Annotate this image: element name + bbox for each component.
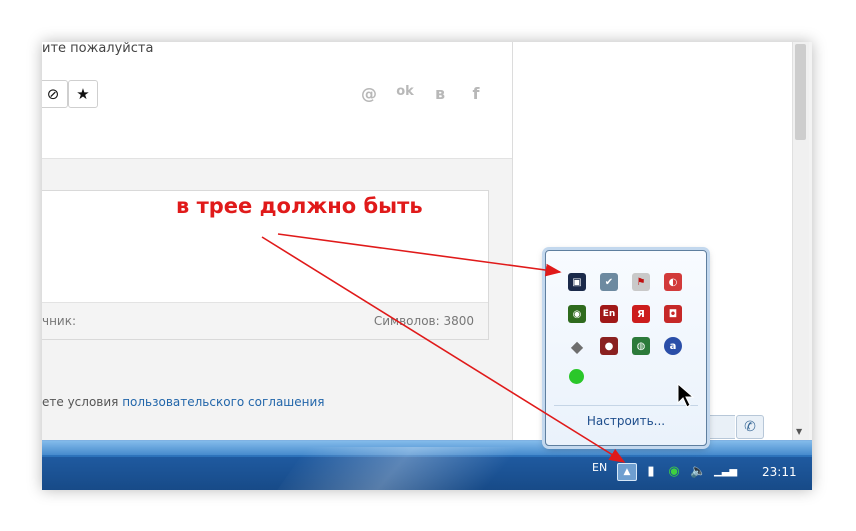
editor-toolbar-panel: ите пожалуйста ⊘ ★ @ ok в f: [42, 42, 512, 159]
taskbar-sweep: [276, 447, 538, 490]
facebook-icon: f: [472, 84, 480, 103]
user-agreement-link[interactable]: пользовательского соглашения: [122, 395, 324, 409]
vk-share-button[interactable]: в: [429, 84, 451, 103]
lingvo-en-icon[interactable]: En: [600, 305, 618, 323]
network-globe-icon[interactable]: ◍: [632, 337, 650, 355]
display-icon[interactable]: ▣: [568, 273, 586, 291]
tray-overflow-popup: ▣ ✔ ⚑ ◐ ◉ En Я ◘ ◆ ● ◍ a Настроить...: [545, 250, 707, 446]
signal-bars-icon[interactable]: ▁▃▅: [714, 464, 737, 480]
usb-safe-remove-icon[interactable]: ✔: [600, 273, 618, 291]
show-hidden-icons-button[interactable]: ▲: [617, 463, 637, 481]
terms-prefix: ете условия: [42, 395, 123, 409]
a-circle-icon[interactable]: a: [664, 337, 682, 355]
annotation-text: в трее должно быть: [176, 194, 423, 218]
diamond-icon[interactable]: ◆: [568, 337, 586, 356]
taskbar-clock[interactable]: 23:11: [762, 465, 797, 479]
scroll-down-arrow-icon[interactable]: ▼: [796, 427, 802, 436]
odnoklassniki-share-button[interactable]: ok: [394, 84, 416, 99]
char-counter: Символов: 3800: [373, 314, 474, 328]
vk-icon: в: [434, 84, 446, 103]
nvidia-icon[interactable]: ◉: [568, 305, 586, 323]
windows-taskbar: EN ▲ ▮ ◉ 🔈 ▁▃▅ 23:11: [42, 440, 812, 490]
hint-text: ите пожалуйста: [42, 42, 154, 56]
vertical-scrollbar[interactable]: ▼: [792, 42, 809, 440]
scroll-thumb[interactable]: [795, 44, 806, 140]
customize-link[interactable]: Настроить...: [546, 414, 706, 428]
terms-text: ете условия пользовательского соглашения: [42, 395, 325, 409]
security-shield-icon[interactable]: ◐: [664, 273, 682, 291]
source-label: чник:: [42, 314, 77, 328]
chevron-up-icon: ▲: [623, 467, 631, 477]
avira-icon[interactable]: Я: [632, 305, 650, 323]
page-area: ите пожалуйста ⊘ ★ @ ok в f чник: Символ…: [42, 42, 512, 440]
mail-icon: @: [361, 84, 377, 103]
star-icon: ★: [76, 85, 90, 103]
odnoklassniki-icon: ok: [396, 84, 414, 99]
phone-button[interactable]: ✆: [736, 415, 764, 439]
usb-device-icon[interactable]: ▮: [643, 464, 659, 480]
star-button[interactable]: ★: [68, 80, 98, 108]
mouse-cursor-icon: [677, 383, 695, 408]
no-sign-icon: ⊘: [46, 85, 60, 103]
green-dot-icon[interactable]: [569, 369, 584, 384]
textarea-footer: чник: Символов: 3800: [42, 302, 488, 339]
green-circle-icon[interactable]: ◉: [666, 464, 682, 480]
no-sign-button[interactable]: ⊘: [42, 80, 68, 108]
action-center-flag-icon[interactable]: ⚑: [632, 273, 650, 291]
record-icon[interactable]: ●: [600, 337, 618, 355]
speaker-icon[interactable]: 🔈: [690, 464, 706, 480]
mail-share-button[interactable]: @: [358, 84, 380, 103]
facebook-share-button[interactable]: f: [465, 84, 487, 103]
camera-icon[interactable]: ◘: [664, 305, 682, 323]
phone-icon: ✆: [744, 419, 756, 435]
language-indicator[interactable]: EN: [592, 461, 607, 474]
